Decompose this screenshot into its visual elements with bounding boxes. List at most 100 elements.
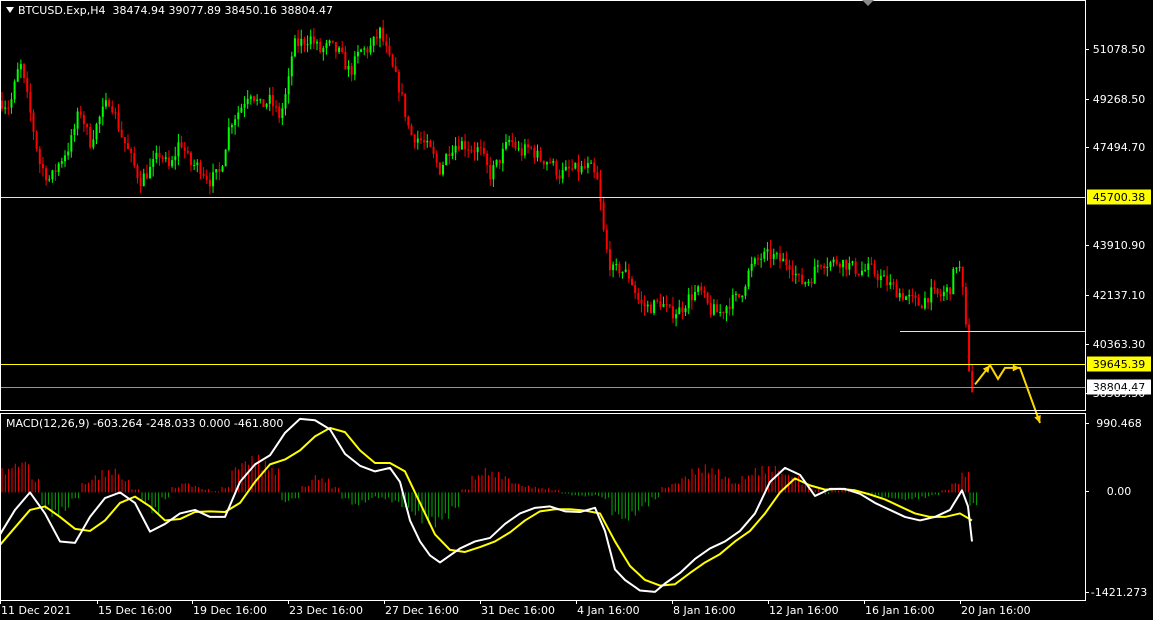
candle-body [782,258,785,262]
candle-body [615,264,618,266]
candle-body [363,48,366,50]
candle-body [653,300,656,313]
candle-body [643,303,646,307]
candle-body [114,112,117,114]
candle-body [870,263,873,265]
candle-body [152,159,155,167]
candle-body [580,166,583,173]
candle-body [898,293,901,298]
candle-body [127,143,129,149]
scroll-marker-icon[interactable] [862,0,874,6]
candle-body [860,270,863,275]
time-tick-label: 19 Dec 16:00 [193,604,267,617]
candle-body [574,162,577,169]
arrow-head-icon [1012,364,1020,372]
candle-body [79,111,82,115]
candle-body [29,92,32,113]
candle-body [303,38,306,45]
candle-body [259,99,262,101]
candle-body [555,161,558,176]
candle-body [265,103,268,107]
candle-body [917,297,920,306]
candle-body [700,286,703,291]
candle-body [341,47,344,52]
candle-body [13,81,16,100]
candle-body [319,41,322,52]
candle-body [67,151,70,156]
chart-canvas[interactable]: 45700.3839645.3938804.4751078.5049268.50… [0,0,1153,620]
candle-body [750,263,753,271]
candle-body [48,179,51,181]
candle-body [949,287,952,295]
candle-body [624,269,627,272]
candle-body [334,42,337,52]
candle-body [511,140,514,142]
candle-body [35,131,38,149]
candle-body [4,107,7,109]
candle-body [552,161,555,163]
candle-body [958,266,961,268]
candle-body [936,288,939,294]
dropdown-triangle-icon[interactable] [6,7,14,13]
candle-body [442,164,444,175]
candle-body [234,119,237,126]
candle-body [190,152,192,166]
candle-body [426,140,429,143]
candle-body [366,48,369,53]
candle-body [675,314,678,319]
candle-body [621,271,624,274]
candle-body [240,107,243,113]
candle-body [360,49,363,52]
price-pane-frame [0,0,1086,411]
candle-body [26,78,29,93]
candle-body [205,175,208,180]
candle-body [73,128,76,136]
time-tick-label: 27 Dec 16:00 [385,604,459,617]
candle-body [262,99,265,107]
candle-body [668,304,671,307]
candle-body [394,66,397,72]
candle-body [583,166,586,168]
candle-body [404,93,407,117]
price-pane[interactable] [0,19,1085,424]
candle-body [561,170,564,179]
price-tick-label: 49268.50 [1093,93,1146,106]
candle-body [489,165,492,180]
candle-body [41,164,44,169]
candle-body [662,303,665,308]
candle-body [971,371,974,392]
candle-body [224,149,227,167]
candle-body [16,69,19,82]
candle-body [356,51,359,57]
candle-body [649,304,652,313]
candle-body [779,253,782,262]
candle-body [942,291,945,297]
candle-body [753,258,756,264]
candle-body [208,179,211,187]
candle-body [139,178,142,187]
candle-body [199,162,202,174]
candle-body [879,275,882,280]
macd-main-line [0,417,973,593]
candle-body [549,162,552,164]
candle-body [445,154,448,165]
candle-body [952,268,955,295]
candle-body [32,112,35,132]
price-tick-label: 40363.30 [1093,338,1146,351]
candle-body [397,71,400,93]
candle-body [791,269,794,276]
macd-tick-label: 0.00 [1107,485,1132,498]
candle-body [719,312,722,314]
candle-body [432,146,435,155]
candle-body [835,259,838,265]
candle-body [300,38,303,46]
time-tick-label: 20 Jan 16:00 [961,604,1031,617]
candle-body [95,124,98,140]
macd-pane[interactable] [0,417,978,593]
candle-body [448,154,451,156]
candle-body [293,38,296,57]
time-tick-label: 12 Jan 16:00 [769,604,839,617]
candle-body [760,258,763,260]
candle-body [848,263,851,270]
candle-body [212,172,215,187]
